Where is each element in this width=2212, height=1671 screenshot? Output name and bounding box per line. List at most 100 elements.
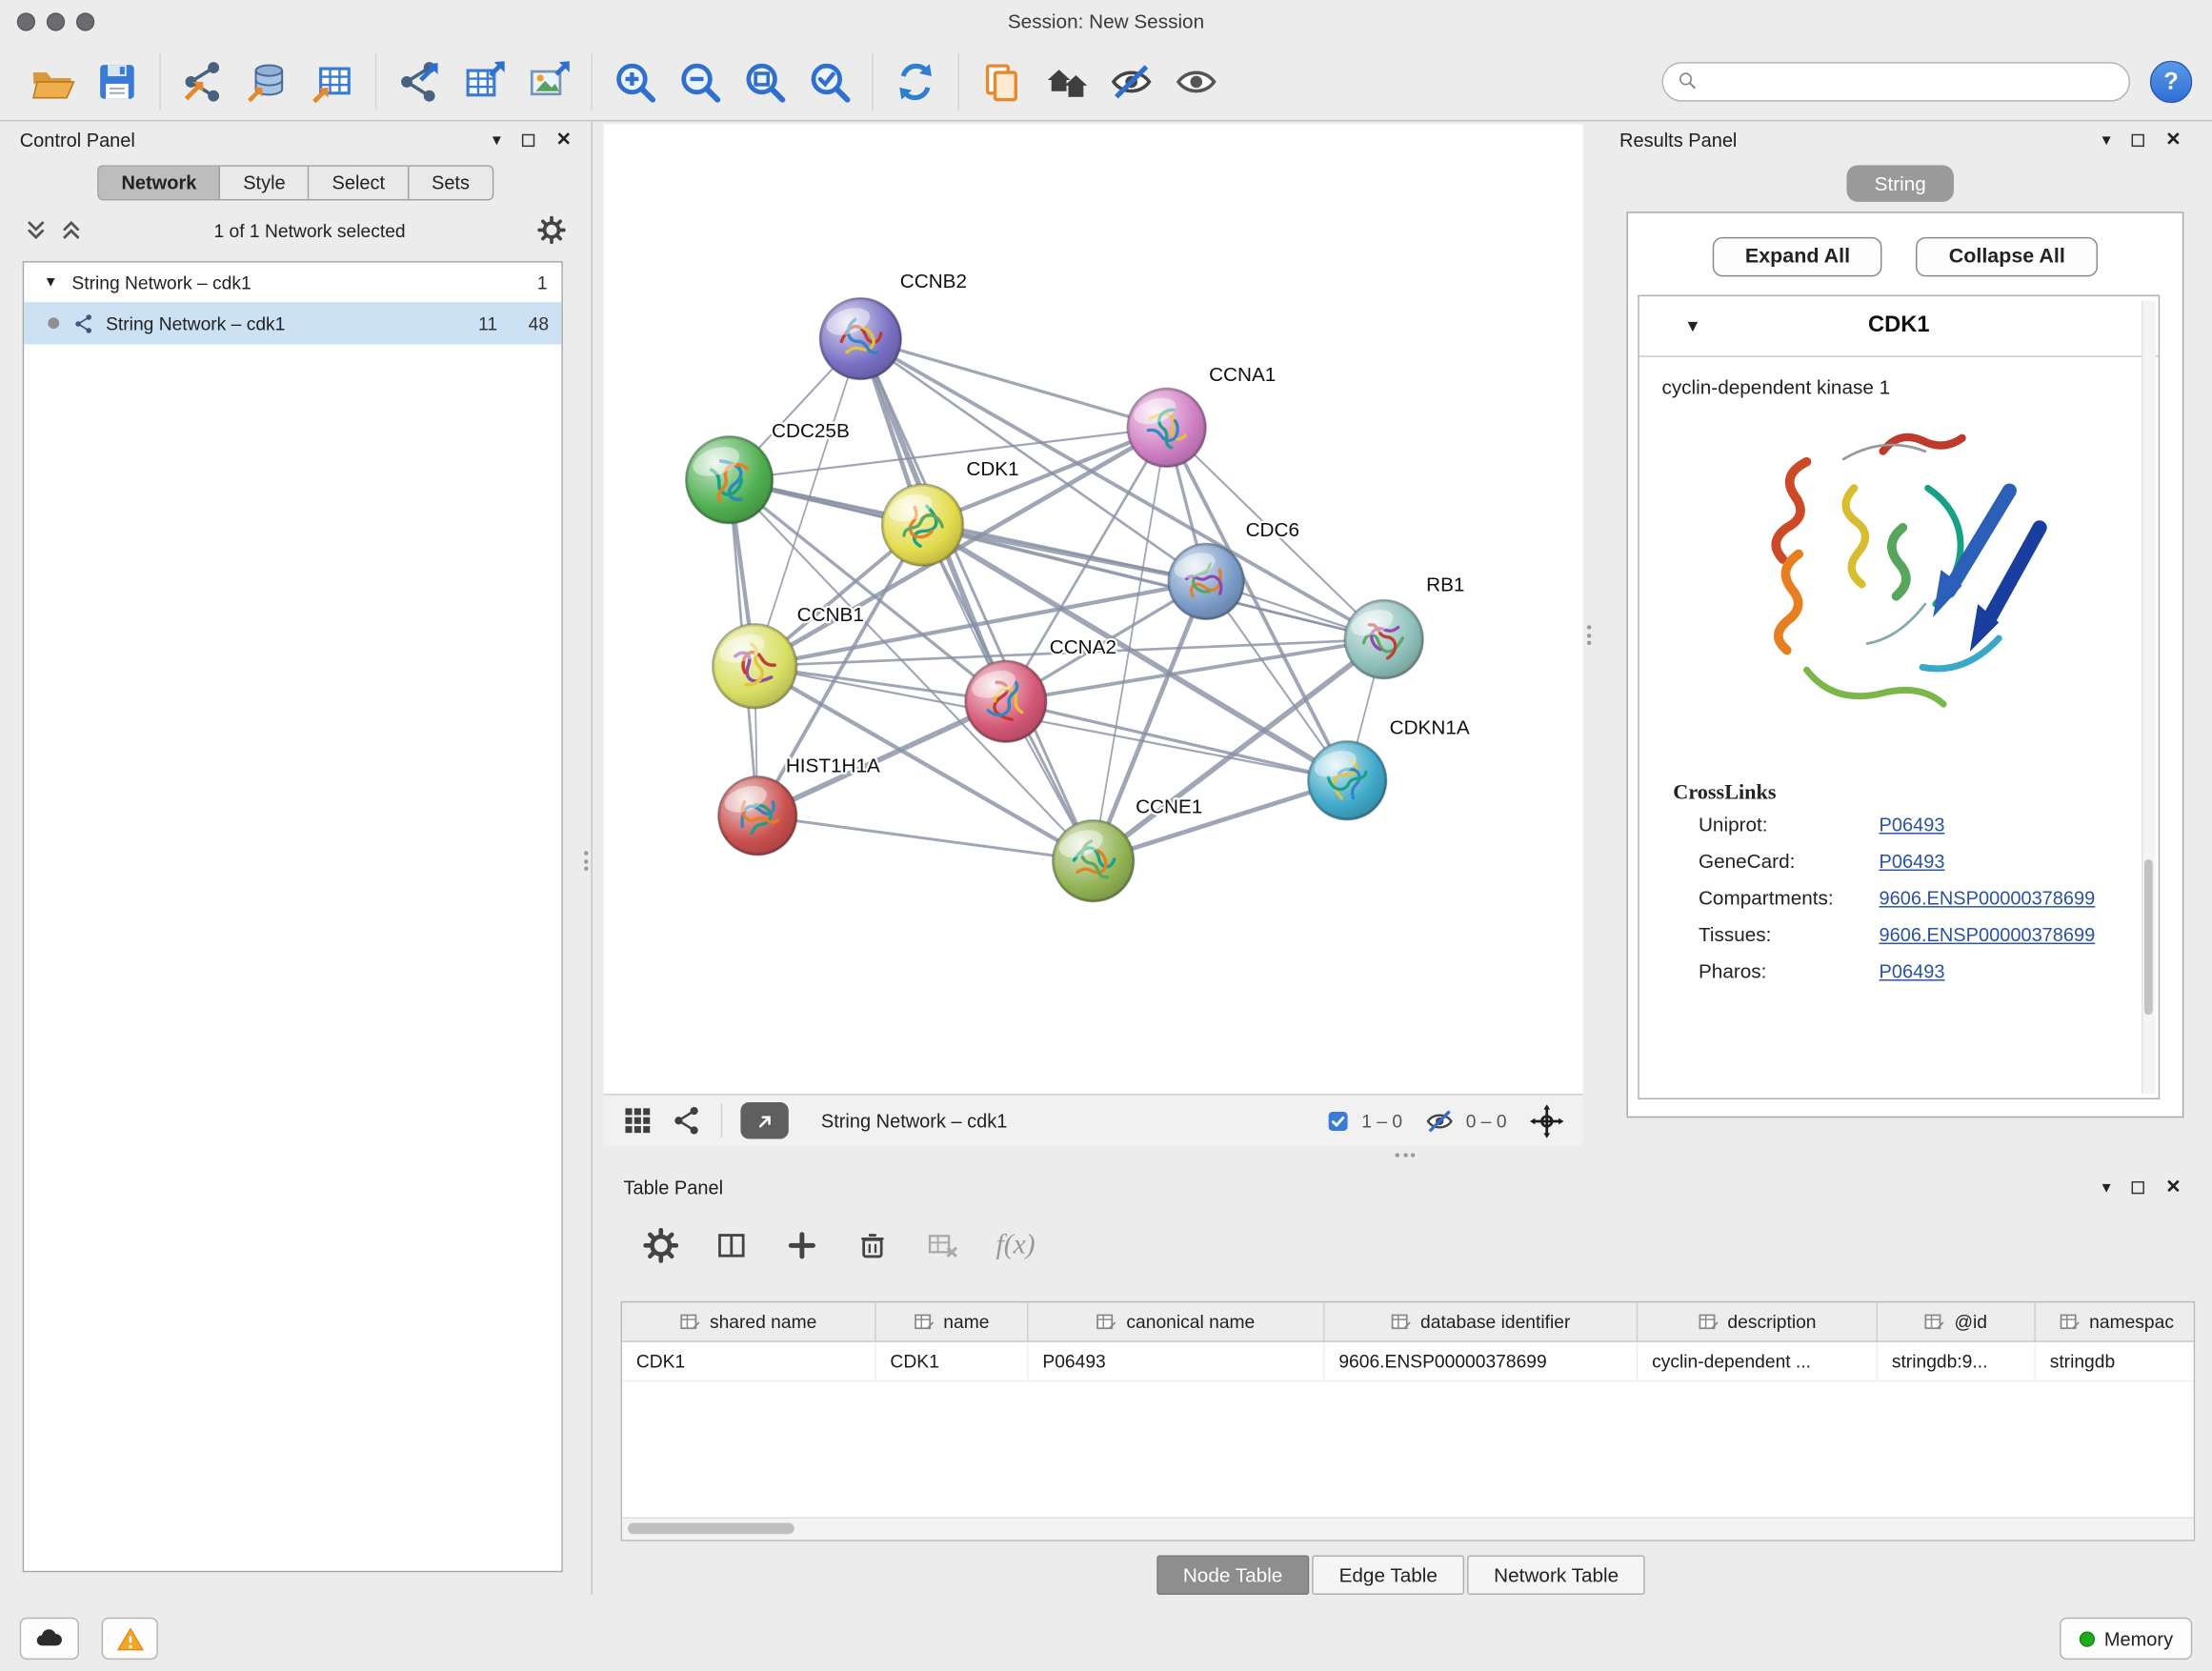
show-columns-button[interactable] — [714, 1227, 749, 1262]
panel-collapse-icon[interactable]: ▾ — [2102, 1178, 2111, 1198]
panel-float-icon[interactable] — [2132, 1180, 2144, 1193]
column-header-name[interactable]: name — [876, 1302, 1029, 1340]
panel-close-icon[interactable]: ✕ — [2165, 1176, 2181, 1198]
crosslink-compartments-link[interactable]: 9606.ENSP00000378699 — [1880, 887, 2096, 908]
memory-button[interactable]: Memory — [2060, 1618, 2192, 1660]
column-header-namespac[interactable]: namespac — [2036, 1302, 2195, 1340]
network-node-CDKN1A[interactable] — [1308, 741, 1387, 820]
panel-float-icon[interactable] — [2132, 133, 2144, 146]
results-scrollbar[interactable] — [2142, 301, 2156, 1095]
search-input[interactable] — [1708, 70, 2114, 93]
column-header--id[interactable]: @id — [1878, 1302, 2036, 1340]
expand-all-icon[interactable] — [61, 218, 82, 242]
hide-selected-button[interactable] — [1099, 49, 1164, 113]
open-session-button[interactable] — [20, 49, 85, 113]
warnings-button[interactable] — [102, 1618, 158, 1660]
save-session-button[interactable] — [85, 49, 150, 113]
table-row[interactable]: CDK1CDK1P064939606.ENSP00000378699cyclin… — [622, 1342, 2194, 1381]
import-table-button[interactable] — [300, 49, 365, 113]
external-arrow-icon — [753, 1109, 776, 1133]
table-horizontal-scrollbar[interactable] — [622, 1518, 2194, 1540]
panel-close-icon[interactable]: ✕ — [2165, 129, 2181, 151]
birds-eye-view-button[interactable] — [622, 1105, 654, 1137]
zoom-fit-button[interactable] — [733, 49, 797, 113]
collapse-all-button[interactable]: Collapse All — [1917, 237, 2098, 276]
network-node-RB1[interactable] — [1344, 600, 1423, 679]
delete-column-button[interactable] — [855, 1227, 890, 1262]
crosslink-row: Pharos:P06493 — [1639, 953, 2159, 990]
panel-close-icon[interactable]: ✕ — [556, 129, 572, 151]
zoom-in-button[interactable] — [602, 49, 667, 113]
first-neighbors-button[interactable] — [1034, 49, 1098, 113]
column-header-database-identifier[interactable]: database identifier — [1325, 1302, 1639, 1340]
network-node-CCNA2[interactable] — [965, 660, 1047, 742]
network-node-CCNA1[interactable] — [1127, 388, 1206, 467]
network-node-HIST1H1A[interactable] — [718, 776, 797, 856]
table-cell: CDK1 — [622, 1342, 876, 1380]
panel-float-icon[interactable] — [522, 133, 534, 146]
column-label: @id — [1954, 1311, 1987, 1332]
zoom-selected-button[interactable] — [797, 49, 862, 113]
network-node-CCNB2[interactable] — [819, 298, 901, 380]
gear-icon[interactable] — [537, 216, 566, 245]
show-all-button[interactable] — [1164, 49, 1229, 113]
tab-network-table[interactable]: Network Table — [1467, 1556, 1645, 1595]
crosshair-icon[interactable] — [1529, 1103, 1564, 1138]
scrollbar-thumb[interactable] — [628, 1522, 794, 1534]
network-bullet-icon — [48, 317, 59, 329]
panel-collapse-icon[interactable]: ▾ — [493, 130, 501, 150]
disclosure-triangle-icon[interactable]: ▼ — [1684, 316, 1701, 336]
panel-collapse-icon[interactable]: ▾ — [2102, 130, 2111, 150]
column-edit-icon — [680, 1313, 701, 1331]
network-node-CCNB1[interactable] — [713, 624, 797, 709]
selected-checkbox-icon[interactable] — [1326, 1109, 1350, 1133]
network-canvas[interactable]: CCNB2CCNA1CDC25BCDK1CDC6RB1CCNB1CCNA2CDK… — [604, 124, 1583, 1094]
tab-sets[interactable]: Sets — [409, 167, 492, 199]
tab-style[interactable]: Style — [221, 167, 310, 199]
tab-node-table[interactable]: Node Table — [1156, 1556, 1310, 1595]
import-network-file-button[interactable] — [171, 49, 235, 113]
network-node-CDC6[interactable] — [1168, 543, 1244, 619]
expand-all-button[interactable]: Expand All — [1713, 237, 1882, 276]
create-column-button[interactable] — [784, 1227, 819, 1262]
crosslink-label: Compartments: — [1699, 886, 1880, 909]
search-icon — [1678, 70, 1699, 91]
disclosure-triangle-icon[interactable]: ▼ — [44, 274, 58, 290]
table-options-button[interactable] — [643, 1227, 678, 1262]
tab-string[interactable]: String — [1846, 165, 1954, 202]
tab-select[interactable]: Select — [310, 167, 409, 199]
bottom-splitter-handle[interactable] — [1388, 1149, 1422, 1160]
left-splitter-handle[interactable] — [580, 844, 592, 878]
collapse-all-icon[interactable] — [26, 218, 47, 242]
export-image-button[interactable] — [516, 49, 581, 113]
import-network-database-button[interactable] — [235, 49, 300, 113]
right-splitter-handle[interactable] — [1583, 618, 1595, 653]
export-table-button[interactable] — [452, 49, 516, 113]
function-builder-button[interactable]: f(x) — [995, 1229, 1035, 1261]
network-node-CDK1[interactable] — [882, 484, 964, 566]
export-network-button[interactable] — [387, 49, 452, 113]
column-header-canonical-name[interactable]: canonical name — [1029, 1302, 1325, 1340]
help-button[interactable]: ? — [2150, 60, 2192, 102]
scrollbar-thumb[interactable] — [2144, 859, 2153, 1015]
network-row[interactable]: String Network – cdk1 11 48 — [24, 302, 561, 344]
tab-network[interactable]: Network — [99, 167, 221, 199]
column-header-shared-name[interactable]: shared name — [622, 1302, 876, 1340]
apply-layout-button[interactable] — [883, 49, 948, 113]
crosslink-label: GeneCard: — [1699, 850, 1880, 873]
network-node-CCNE1[interactable] — [1053, 820, 1135, 902]
crosslink-tissues-link[interactable]: 9606.ENSP00000378699 — [1880, 924, 2096, 945]
zoom-out-button[interactable] — [667, 49, 732, 113]
node-table: shared namenamecanonical namedatabase id… — [621, 1301, 2196, 1541]
network-overview-button[interactable] — [672, 1105, 703, 1137]
crosslink-genecard-link[interactable]: P06493 — [1880, 851, 1945, 872]
network-node-CDC25B[interactable] — [686, 436, 774, 524]
detach-view-button[interactable] — [740, 1102, 788, 1139]
crosslink-uniprot-link[interactable]: P06493 — [1880, 814, 1945, 835]
tab-edge-table[interactable]: Edge Table — [1312, 1556, 1464, 1595]
column-header-description[interactable]: description — [1638, 1302, 1878, 1340]
clone-network-button[interactable] — [969, 49, 1034, 113]
crosslink-pharos-link[interactable]: P06493 — [1880, 960, 1945, 981]
cloud-status-button[interactable] — [20, 1618, 79, 1660]
network-collection-row[interactable]: ▼ String Network – cdk1 1 — [24, 263, 561, 302]
